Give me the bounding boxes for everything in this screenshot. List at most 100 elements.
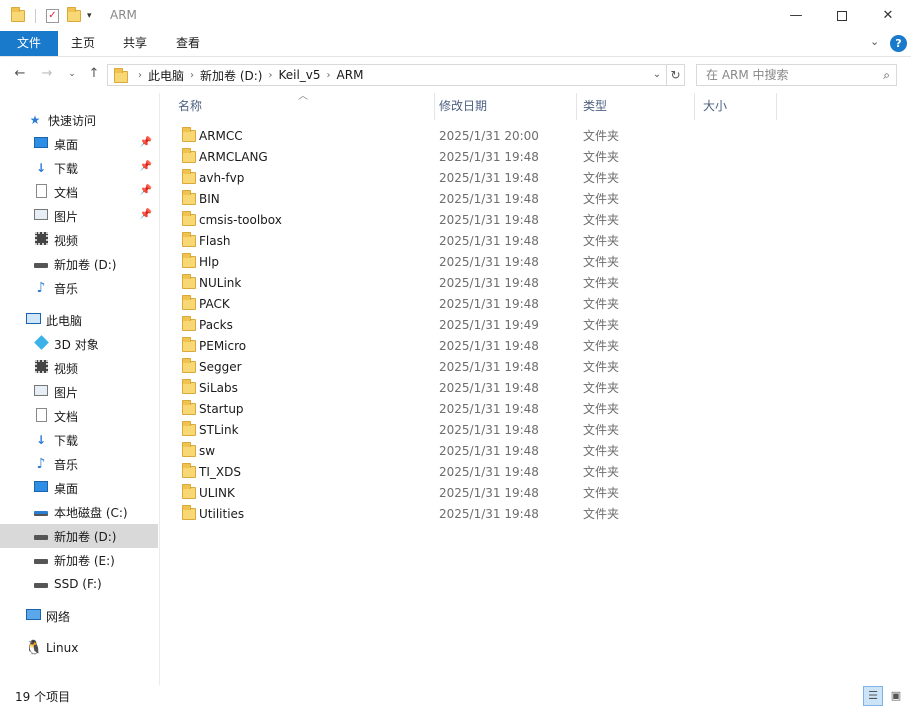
column-header-name[interactable]: 名称 [170,93,435,120]
nav-label: 3D 对象 [54,337,99,352]
nav-drive-c[interactable]: 本地磁盘 (C:) [0,500,158,524]
file-type: 文件夹 [583,465,620,479]
drive-icon [33,576,49,592]
table-row[interactable]: cmsis-toolbox 2025/1/31 19:48 文件夹 [175,209,775,230]
column-header-date[interactable]: 修改日期 [431,93,577,120]
table-row[interactable]: Startup 2025/1/31 19:48 文件夹 [175,398,775,419]
table-row[interactable]: Hlp 2025/1/31 19:48 文件夹 [175,251,775,272]
tab-home[interactable]: 主页 [57,31,109,56]
nav-music[interactable]: ♪ 音乐 [0,276,158,300]
file-name: cmsis-toolbox [199,212,282,227]
large-icons-view-icon: ▣ [890,689,902,702]
pin-icon[interactable]: 📌 [140,137,152,148]
table-row[interactable]: sw 2025/1/31 19:48 文件夹 [175,440,775,461]
file-date: 2025/1/31 19:48 [439,233,539,248]
forward-button[interactable]: → [38,65,56,83]
pin-icon[interactable]: 📌 [140,185,152,196]
breadcrumb-keil[interactable]: Keil_v5 [278,68,320,82]
nav-drive-d-quick[interactable]: 新加卷 (D:) [0,252,158,276]
breadcrumb-drive-d[interactable]: 新加卷 (D:) [200,67,262,84]
details-view-button[interactable]: ☰ [863,686,883,706]
table-row[interactable]: SiLabs 2025/1/31 19:48 文件夹 [175,377,775,398]
nav-label: 视频 [54,233,79,248]
tab-share[interactable]: 共享 [109,31,161,56]
chevron-right-icon: › [138,69,142,81]
drive-icon [33,552,49,568]
table-row[interactable]: TI_XDS 2025/1/31 19:48 文件夹 [175,461,775,482]
table-row[interactable]: NULink 2025/1/31 19:48 文件夹 [175,272,775,293]
table-row[interactable]: Packs 2025/1/31 19:49 文件夹 [175,314,775,335]
chevron-right-icon: › [326,69,331,81]
properties-icon[interactable]: ✓ [46,9,59,23]
nav-pc-desktop[interactable]: 桌面 [0,476,158,500]
table-row[interactable]: ULINK 2025/1/31 19:48 文件夹 [175,482,775,503]
nav-pictures[interactable]: 图片 📌 [0,204,158,228]
file-name: sw [199,443,216,458]
file-date: 2025/1/31 19:48 [439,485,539,500]
nav-label: 桌面 [54,137,79,152]
file-type: 文件夹 [583,423,620,437]
nav-drive-f[interactable]: SSD (F:) [0,572,158,596]
file-name: Hlp [199,254,219,269]
nav-label: Linux [46,641,79,655]
nav-label: 下载 [54,161,79,176]
customize-toolbar-icon[interactable]: ▾ [87,11,92,21]
column-header-type[interactable]: 类型 [575,93,695,120]
nav-label: 快速访问 [48,113,97,128]
nav-label: SSD (F:) [54,577,102,591]
nav-pc-videos[interactable]: 视频 [0,356,158,380]
nav-linux[interactable]: 🐧 Linux [0,636,158,660]
nav-network[interactable]: 网络 [0,604,158,628]
window-title: ARM [110,8,137,22]
nav-pc-music[interactable]: ♪ 音乐 [0,452,158,476]
large-icons-view-button[interactable]: ▣ [886,686,906,706]
file-name: Flash [199,233,231,248]
nav-quick-access[interactable]: ★ 快速访问 [0,108,158,132]
new-folder-icon[interactable] [67,7,81,22]
up-button[interactable]: ↑ [85,65,103,83]
table-row[interactable]: Flash 2025/1/31 19:48 文件夹 [175,230,775,251]
item-count: 19 个项目 [15,690,71,704]
table-row[interactable]: STLink 2025/1/31 19:48 文件夹 [175,419,775,440]
table-row[interactable]: Segger 2025/1/31 19:48 文件夹 [175,356,775,377]
breadcrumb-this-pc[interactable]: 此电脑 [148,67,184,84]
table-row[interactable]: ARMCC 2025/1/31 20:00 文件夹 [175,125,775,146]
recent-locations-button[interactable]: ⌄ [63,65,81,83]
nav-this-pc[interactable]: 此电脑 [0,308,158,332]
address-bar[interactable]: › 此电脑 › 新加卷 (D:) › Keil_v5 › ARM ⌄ [107,64,667,86]
expand-ribbon-icon[interactable]: ⌄ [870,35,879,48]
nav-drive-d[interactable]: 新加卷 (D:) [0,524,158,548]
close-button[interactable]: ✕ [865,0,911,31]
table-row[interactable]: PEMicro 2025/1/31 19:48 文件夹 [175,335,775,356]
nav-pc-pictures[interactable]: 图片 [0,380,158,404]
nav-drive-e[interactable]: 新加卷 (E:) [0,548,158,572]
folder-icon [182,316,196,331]
tab-view[interactable]: 查看 [162,31,214,56]
refresh-button[interactable]: ↻ [667,64,685,86]
maximize-button[interactable] [819,0,865,31]
nav-downloads[interactable]: ↓ 下载 📌 [0,156,158,180]
pin-icon[interactable]: 📌 [140,209,152,220]
table-row[interactable]: Utilities 2025/1/31 19:48 文件夹 [175,503,775,524]
nav-3d-objects[interactable]: 3D 对象 [0,332,158,356]
tab-file[interactable]: 文件 [0,31,58,56]
nav-videos[interactable]: 视频 [0,228,158,252]
table-row[interactable]: BIN 2025/1/31 19:48 文件夹 [175,188,775,209]
back-button[interactable]: ← [11,65,29,83]
search-input[interactable]: 在 ARM 中搜索 ⌕ [696,64,897,86]
pin-icon[interactable]: 📌 [140,161,152,172]
help-icon[interactable]: ? [890,35,907,52]
column-header-size[interactable]: 大小 [695,93,777,120]
nav-pc-downloads[interactable]: ↓ 下载 [0,428,158,452]
breadcrumb-arm[interactable]: ARM [337,68,364,82]
minimize-button[interactable]: — [773,0,819,31]
nav-documents[interactable]: 文档 📌 [0,180,158,204]
picture-icon [33,208,49,224]
table-row[interactable]: ARMCLANG 2025/1/31 19:48 文件夹 [175,146,775,167]
table-row[interactable]: avh-fvp 2025/1/31 19:48 文件夹 [175,167,775,188]
nav-pc-documents[interactable]: 文档 [0,404,158,428]
table-row[interactable]: PACK 2025/1/31 19:48 文件夹 [175,293,775,314]
nav-desktop[interactable]: 桌面 📌 [0,132,158,156]
file-type: 文件夹 [583,276,620,290]
address-dropdown-icon[interactable]: ⌄ [648,65,666,85]
